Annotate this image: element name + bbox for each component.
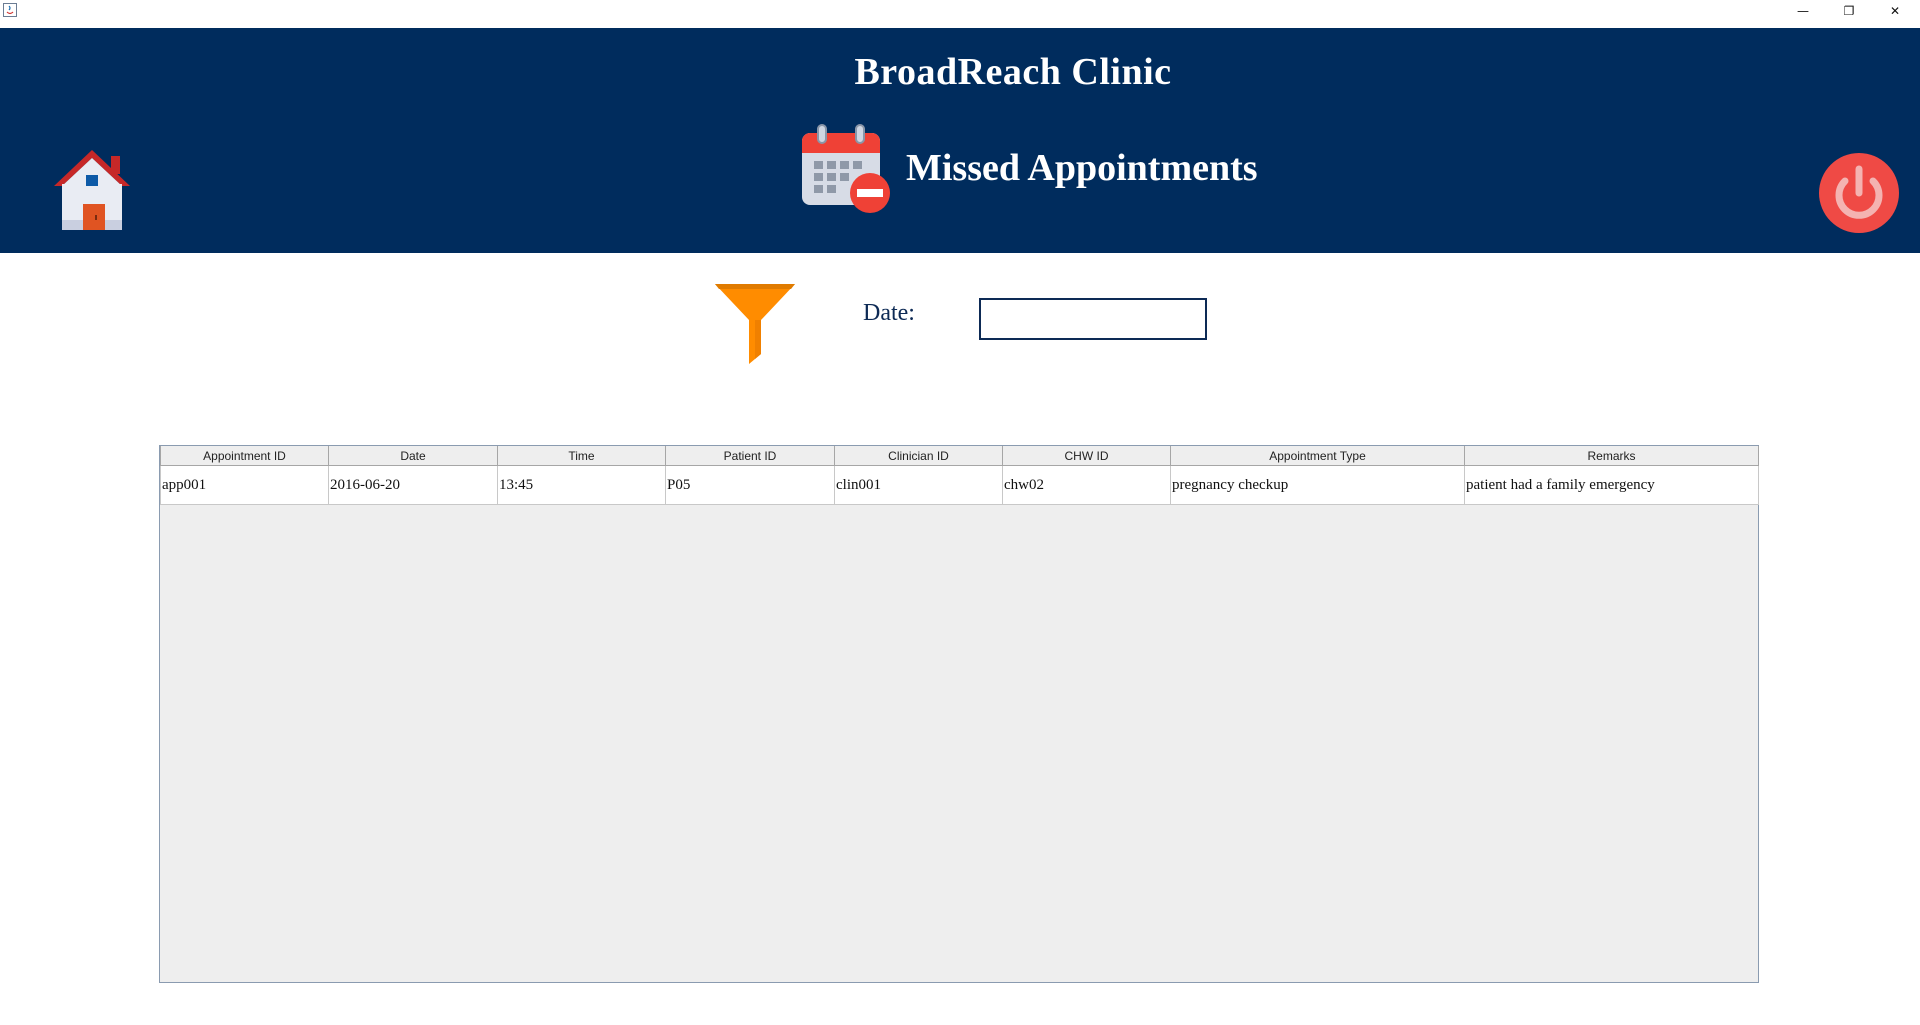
calendar-remove-icon — [802, 124, 890, 213]
window-titlebar: — ❐ ✕ — [0, 0, 1920, 28]
funnel-icon[interactable] — [715, 282, 795, 364]
cell-patient-id[interactable]: P05 — [665, 465, 835, 505]
column-header-time[interactable]: Time — [497, 446, 666, 466]
restore-button[interactable]: ❐ — [1826, 0, 1872, 22]
appointments-table: Appointment ID Date Time Patient ID Clin… — [159, 445, 1759, 983]
cell-chw-id[interactable]: chw02 — [1002, 465, 1171, 505]
column-header-remarks[interactable]: Remarks — [1464, 446, 1759, 466]
cell-clinician-id[interactable]: clin001 — [834, 465, 1003, 505]
column-header-patient-id[interactable]: Patient ID — [665, 446, 835, 466]
table-row[interactable]: app001 2016-06-20 13:45 P05 clin001 chw0… — [160, 465, 1759, 505]
home-icon[interactable] — [50, 148, 134, 232]
page-title: Missed Appointments — [906, 147, 1258, 189]
java-app-icon — [3, 3, 17, 17]
cell-appointment-type[interactable]: pregnancy checkup — [1170, 465, 1465, 505]
cell-appointment-id[interactable]: app001 — [160, 465, 329, 505]
column-header-appointment-id[interactable]: Appointment ID — [160, 446, 329, 466]
column-header-chw-id[interactable]: CHW ID — [1002, 446, 1171, 466]
date-label: Date: — [863, 300, 915, 326]
power-icon[interactable] — [1817, 151, 1901, 235]
header-banner: BroadReach Clinic Missed Appointments — [0, 28, 1920, 253]
close-button[interactable]: ✕ — [1872, 0, 1918, 22]
clinic-name: BroadReach Clinic — [854, 51, 1172, 93]
column-header-appointment-type[interactable]: Appointment Type — [1170, 446, 1465, 466]
table-header-row: Appointment ID Date Time Patient ID Clin… — [160, 446, 1759, 466]
column-header-clinician-id[interactable]: Clinician ID — [834, 446, 1003, 466]
cell-time[interactable]: 13:45 — [497, 465, 666, 505]
column-header-date[interactable]: Date — [328, 446, 498, 466]
cell-remarks[interactable]: patient had a family emergency — [1464, 465, 1759, 505]
date-input[interactable] — [979, 298, 1207, 340]
minimize-button[interactable]: — — [1780, 0, 1826, 22]
cell-date[interactable]: 2016-06-20 — [328, 465, 498, 505]
